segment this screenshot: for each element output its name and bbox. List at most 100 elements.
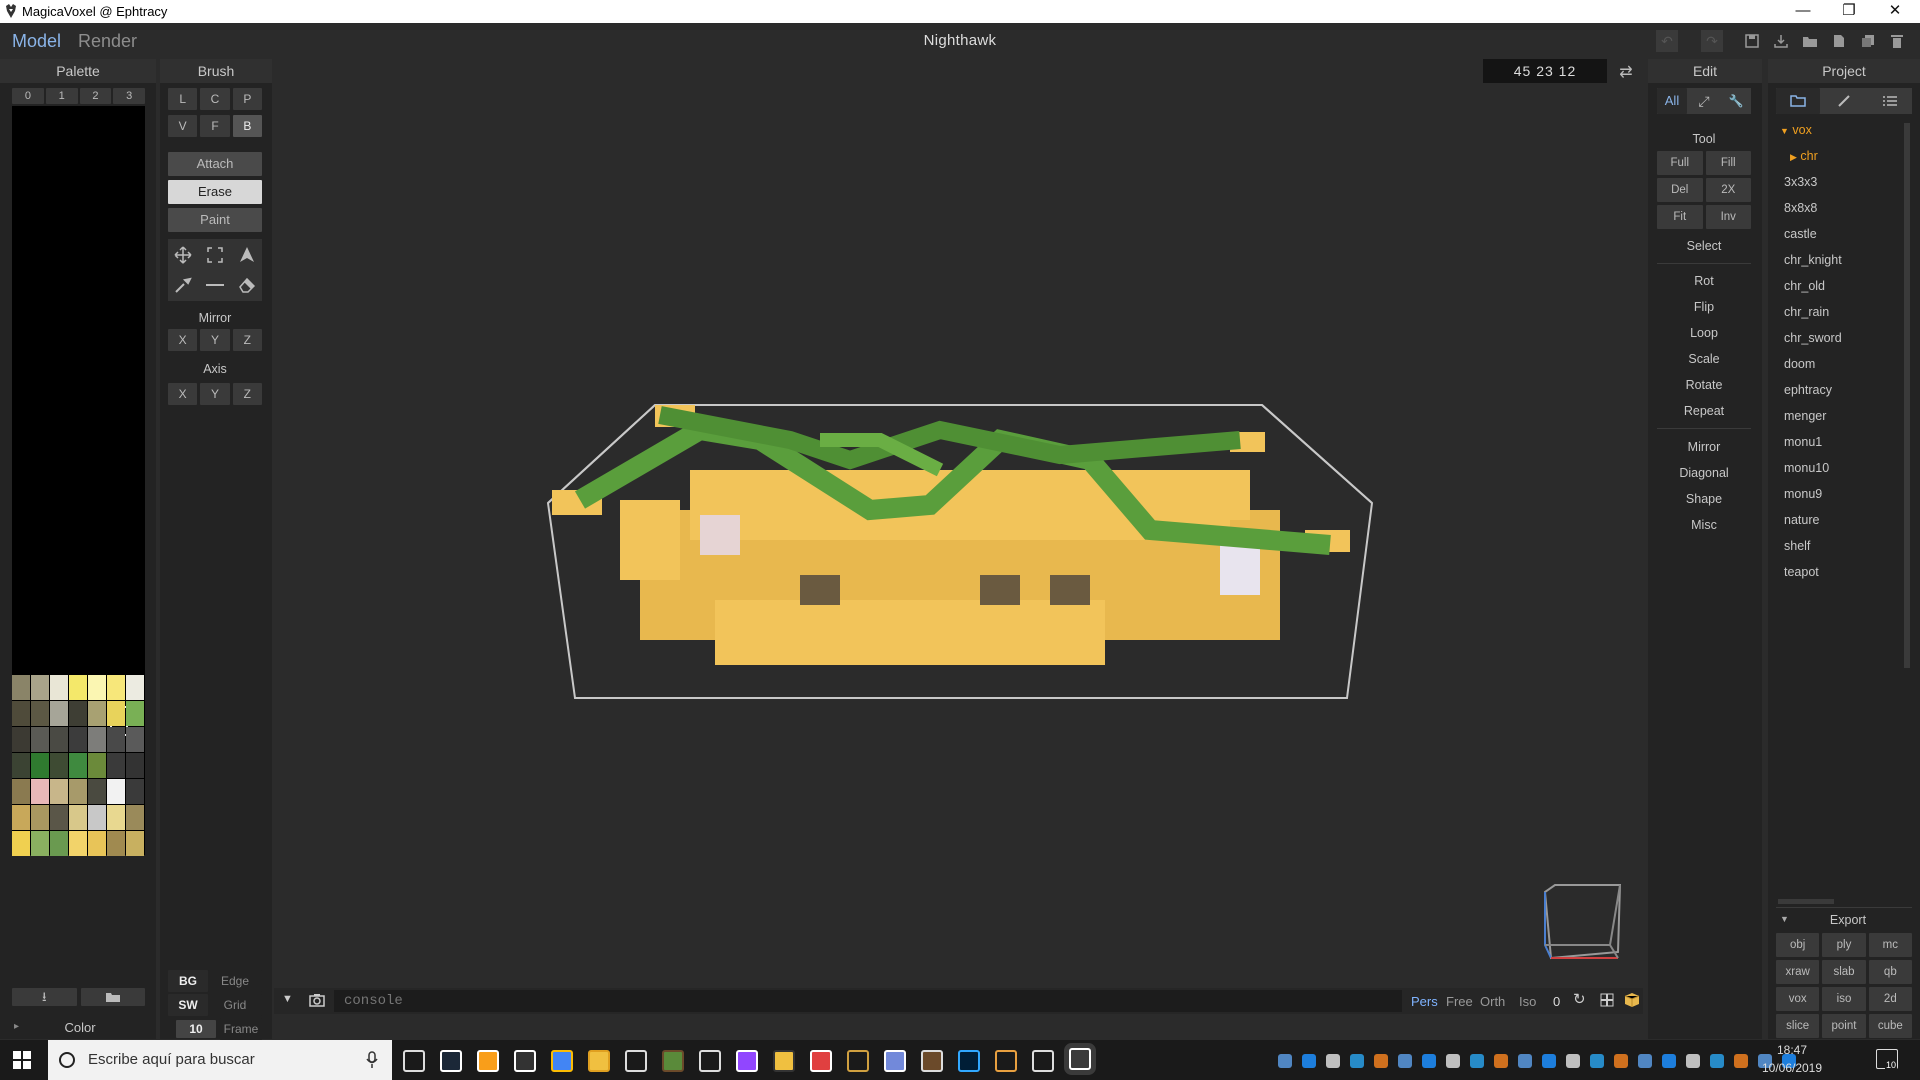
list-tab-icon[interactable]: [1868, 88, 1912, 114]
palette-swatch[interactable]: [88, 753, 106, 778]
duplicate-icon[interactable]: [1857, 30, 1879, 52]
palette-swatch[interactable]: [107, 805, 125, 830]
export-slab-button[interactable]: slab: [1822, 960, 1866, 984]
view-angle-value[interactable]: 0: [1553, 994, 1560, 1009]
palette-swatch[interactable]: [126, 701, 144, 726]
axis-z-button[interactable]: Z: [232, 383, 262, 405]
redo-icon[interactable]: ↷: [1701, 30, 1723, 52]
palette-swatch-grid[interactable]: [12, 106, 145, 856]
paw-icon[interactable]: [1422, 1054, 1436, 1068]
tools-icon[interactable]: [995, 1050, 1017, 1072]
file-item[interactable]: castle: [1784, 227, 1817, 241]
palette-swatch[interactable]: [50, 675, 68, 700]
palette-swatch[interactable]: [12, 701, 30, 726]
palette-swatch[interactable]: [12, 727, 30, 752]
paw-icon[interactable]: [1470, 1054, 1484, 1068]
palette-swatch[interactable]: [107, 727, 125, 752]
tool-fit-button[interactable]: Fit: [1657, 205, 1703, 229]
palette-swatch[interactable]: [12, 831, 30, 856]
frame-value[interactable]: 10: [176, 1020, 216, 1038]
file-item[interactable]: chr_knight: [1784, 253, 1842, 267]
minecraft-launcher-icon[interactable]: [921, 1050, 943, 1072]
palette-swatch[interactable]: [50, 805, 68, 830]
palette-swatch[interactable]: [69, 753, 87, 778]
palette-swatch[interactable]: [12, 805, 30, 830]
app-red-icon[interactable]: [810, 1050, 832, 1072]
file-item[interactable]: teapot: [1784, 565, 1819, 579]
taskbar-search-box[interactable]: Escribe aquí para buscar: [48, 1040, 392, 1080]
export-obj-button[interactable]: obj: [1776, 933, 1820, 957]
brush-face-button[interactable]: F: [200, 115, 230, 137]
palette-swatch[interactable]: [107, 753, 125, 778]
mirror-y-button[interactable]: Y: [200, 329, 230, 351]
brush-circle-button[interactable]: C: [200, 88, 230, 110]
palette-swatch[interactable]: [126, 727, 144, 752]
twitch-icon[interactable]: [736, 1050, 758, 1072]
file-item[interactable]: monu9: [1784, 487, 1822, 501]
epic-games-icon[interactable]: [514, 1050, 536, 1072]
ee-icon[interactable]: [1518, 1054, 1532, 1068]
ship-icon[interactable]: [847, 1050, 869, 1072]
export-xraw-button[interactable]: xraw: [1776, 960, 1820, 984]
export-vox-button[interactable]: vox: [1776, 987, 1820, 1011]
save-as-icon[interactable]: [1770, 30, 1792, 52]
folder-chr[interactable]: ▶ chr: [1790, 149, 1818, 163]
restore-button[interactable]: ❐: [1826, 0, 1872, 23]
windows-start-icon[interactable]: [13, 1051, 31, 1069]
bg-toggle[interactable]: BG: [168, 970, 208, 992]
palette-page-1[interactable]: 1: [45, 88, 78, 104]
people-icon[interactable]: [1278, 1054, 1292, 1068]
minecraft-icon[interactable]: [662, 1050, 684, 1072]
task-view-icon[interactable]: [403, 1050, 425, 1072]
discord-icon[interactable]: [884, 1050, 906, 1072]
palette-swatch[interactable]: [107, 831, 125, 856]
palette-swatch[interactable]: [31, 701, 49, 726]
steam-icon[interactable]: [440, 1050, 462, 1072]
palette-swatch[interactable]: [31, 753, 49, 778]
console-toggle-icon[interactable]: ▼: [282, 993, 293, 1005]
paint-icon[interactable]: [1032, 1050, 1054, 1072]
3d-viewport[interactable]: [274, 83, 1643, 985]
fullscreen-icon[interactable]: ⤢: [1689, 88, 1719, 114]
palette-swatch[interactable]: [88, 701, 106, 726]
tool-inv-button[interactable]: Inv: [1705, 205, 1751, 229]
palette-swatch[interactable]: [12, 753, 30, 778]
file-item[interactable]: 8x8x8: [1784, 201, 1817, 215]
close-button[interactable]: ✕: [1872, 0, 1918, 23]
select-box-icon[interactable]: [206, 246, 224, 264]
store-icon[interactable]: [699, 1050, 721, 1072]
palette-swatch[interactable]: [126, 805, 144, 830]
export-qb-button[interactable]: qb: [1868, 960, 1912, 984]
export-iso-button[interactable]: iso: [1822, 987, 1866, 1011]
edge-toggle[interactable]: Edge: [208, 970, 262, 992]
palette-swatch[interactable]: [31, 675, 49, 700]
palette-swatch[interactable]: [69, 675, 87, 700]
palette-swatch[interactable]: [107, 675, 125, 700]
palette-swatch[interactable]: [50, 753, 68, 778]
import-palette-icon[interactable]: ⭳: [12, 988, 77, 1006]
file-item[interactable]: shelf: [1784, 539, 1810, 553]
reset-view-icon[interactable]: ↻: [1573, 990, 1586, 1008]
palette-swatch[interactable]: [12, 675, 30, 700]
paw-icon[interactable]: [1494, 1054, 1508, 1068]
tool-2x-button[interactable]: 2X: [1705, 178, 1751, 202]
brush-pattern-button[interactable]: P: [232, 88, 262, 110]
frame-toggle[interactable]: Frame: [220, 1018, 262, 1040]
steam-tray-icon[interactable]: [1590, 1054, 1604, 1068]
file-item[interactable]: doom: [1784, 357, 1815, 371]
shield-icon[interactable]: [1710, 1054, 1724, 1068]
export-slice-button[interactable]: slice: [1776, 1014, 1820, 1038]
file-item[interactable]: chr_rain: [1784, 305, 1829, 319]
open-icon[interactable]: [1799, 30, 1821, 52]
shape-button[interactable]: Shape: [1657, 492, 1751, 506]
repeat-button[interactable]: Repeat: [1657, 404, 1751, 418]
palette-swatch[interactable]: [12, 779, 30, 804]
palette-swatch[interactable]: [69, 727, 87, 752]
discord-tray-icon[interactable]: [1638, 1054, 1652, 1068]
file-explorer-icon[interactable]: [588, 1050, 610, 1072]
eyedropper-icon[interactable]: [174, 276, 192, 294]
view-pers-button[interactable]: Pers: [1411, 994, 1438, 1009]
view-iso-button[interactable]: Iso: [1519, 994, 1536, 1009]
palette-swatch[interactable]: [88, 727, 106, 752]
file-item[interactable]: chr_old: [1784, 279, 1825, 293]
